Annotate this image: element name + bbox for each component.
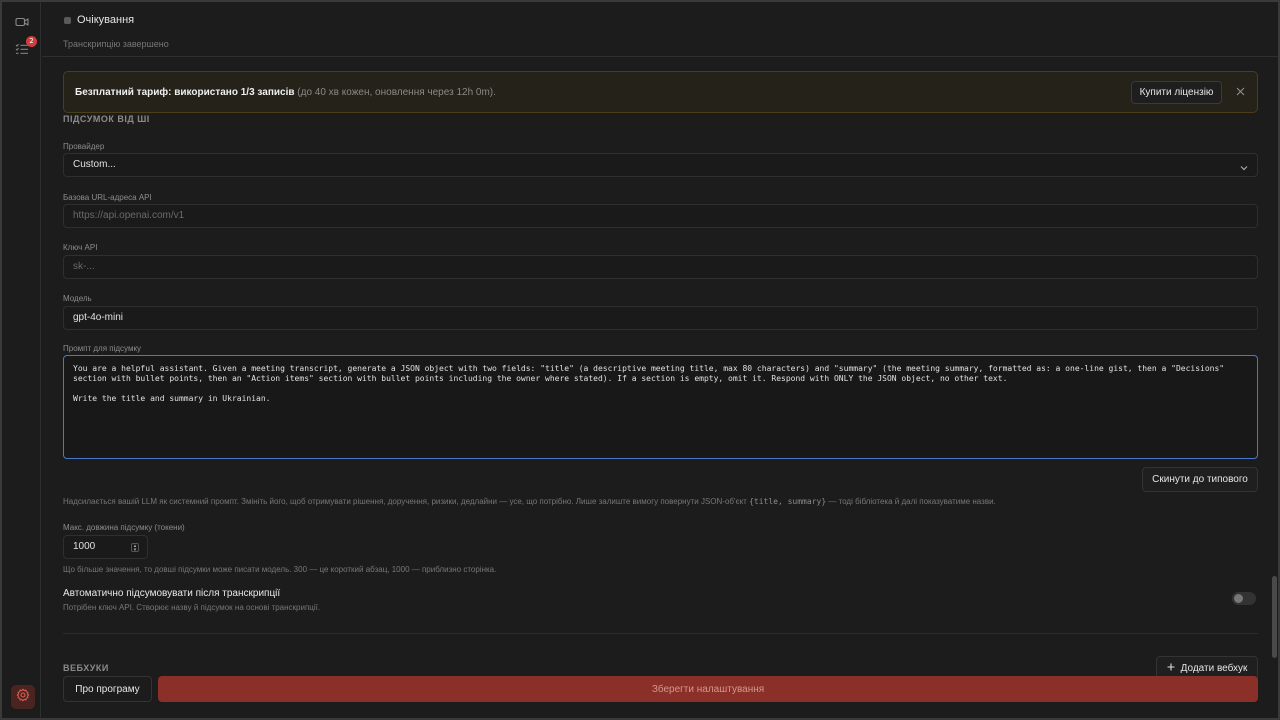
video-camera-icon — [15, 15, 29, 33]
api-key-input[interactable]: sk-... — [63, 255, 1258, 279]
base-url-label: Базова URL-адреса API — [63, 193, 152, 202]
recordings-nav-button[interactable] — [10, 12, 34, 36]
chevron-down-icon — [1239, 160, 1249, 182]
model-input[interactable]: gpt-4o-mini — [63, 306, 1258, 330]
ai-summary-section-title: ПІДСУМОК ВІД ШІ — [63, 114, 150, 124]
max-length-label: Макс. довжина підсумку (токени) — [63, 523, 185, 532]
api-key-label: Ключ API — [63, 243, 98, 252]
banner-details-text: (до 40 хв кожен, оновлення через 12h 0m)… — [294, 87, 496, 98]
prompt-hint-text-start: Надсилається вашій LLM як системний пром… — [63, 497, 750, 506]
prompt-hint-text-end: — тоді бібліотека й далі показуватиме на… — [826, 497, 996, 506]
prompt-hint-code: {title, summary} — [749, 497, 827, 506]
app-window: 2 Очікування Транскрипцію завершено Безп… — [2, 2, 1278, 718]
max-length-input[interactable]: 1000 ▴ ▾ — [63, 535, 148, 559]
provider-select[interactable]: Custom... — [63, 153, 1258, 177]
tasks-count-badge: 2 — [26, 36, 37, 47]
base-url-input[interactable]: https://api.openai.com/v1 — [63, 204, 1258, 228]
webhooks-section-title: ВЕБХУКИ — [63, 663, 109, 673]
number-stepper-icon[interactable]: ▴ ▾ — [131, 543, 139, 552]
add-webhook-label: Додати вебхук — [1180, 662, 1248, 674]
scrollbar-thumb[interactable] — [1272, 576, 1277, 658]
buy-license-button[interactable]: Купити ліцензію — [1131, 81, 1222, 104]
prompt-hint: Надсилається вашій LLM як системний пром… — [63, 497, 996, 506]
auto-summarize-label: Автоматично підсумовувати після транскри… — [63, 588, 281, 599]
summary-prompt-textarea[interactable]: You are a helpful assistant. Given a mee… — [63, 355, 1258, 459]
model-label: Модель — [63, 294, 92, 303]
status-indicator — [64, 17, 71, 24]
status-subtitle: Транскрипцію завершено — [63, 39, 169, 49]
settings-nav-button[interactable] — [11, 685, 35, 709]
max-length-hint: Що більше значення, то довші підсумки мо… — [63, 565, 497, 574]
prompt-label: Промпт для підсумку — [63, 344, 142, 353]
status-title: Очікування — [77, 14, 135, 26]
save-settings-button[interactable]: Зберегти налаштування — [158, 676, 1258, 702]
free-tier-banner: Безплатний тариф: використано 1/3 записі… — [63, 71, 1258, 113]
reset-to-default-button[interactable]: Скинути до типового — [1142, 467, 1258, 492]
gear-icon — [16, 688, 30, 707]
close-banner-button[interactable] — [1232, 84, 1248, 100]
about-button[interactable]: Про програму — [63, 676, 152, 702]
plus-icon — [1167, 663, 1175, 674]
settings-panel: Очікування Транскрипцію завершено Безпла… — [42, 2, 1278, 718]
provider-label: Провайдер — [63, 142, 105, 151]
status-header: Очікування Транскрипцію завершено — [42, 2, 1278, 57]
banner-usage-text: Безплатний тариф: використано 1/3 записі… — [75, 87, 295, 98]
auto-summarize-hint: Потрібен ключ API. Створює назву й підсу… — [63, 603, 321, 612]
left-rail: 2 — [2, 2, 41, 718]
section-divider — [63, 633, 1258, 634]
auto-summarize-toggle[interactable] — [1232, 592, 1256, 605]
provider-value: Custom... — [73, 159, 116, 170]
close-icon — [1236, 83, 1245, 101]
banner-text: Безплатний тариф: використано 1/3 записі… — [75, 87, 496, 98]
max-length-value: 1000 — [73, 541, 96, 552]
